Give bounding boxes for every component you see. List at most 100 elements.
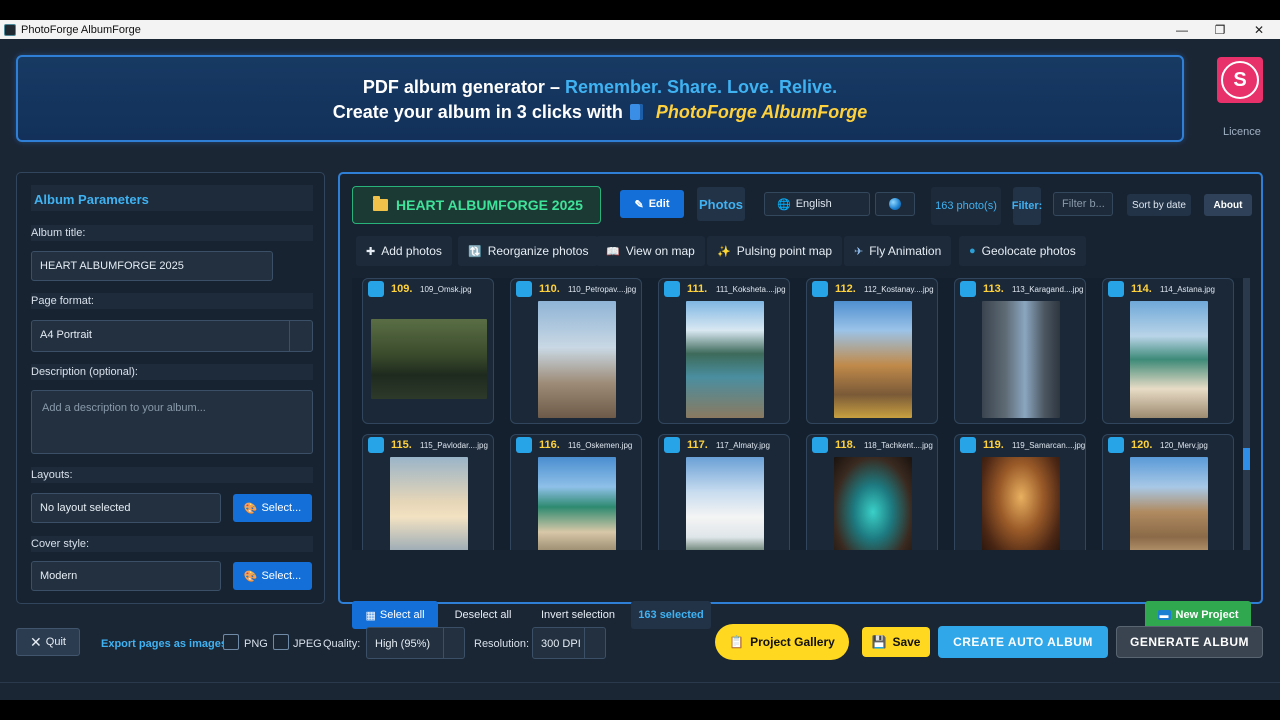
photo-card[interactable]: 113. 113_Karagand....jpg [954, 278, 1086, 424]
photo-thumbnail [1130, 457, 1208, 550]
create-auto-album-button[interactable]: CREATE AUTO ALBUM [938, 626, 1108, 658]
dropdown-divider [584, 628, 585, 658]
photo-card[interactable]: 117. 117_Almaty.jpg [658, 434, 790, 550]
photo-checkbox[interactable] [664, 281, 680, 297]
dropdown-divider [443, 628, 444, 658]
resolution-select[interactable]: 300 DPI [532, 627, 606, 659]
album-parameters-panel: Album Parameters Album title: HEART ALBU… [16, 172, 325, 604]
language-select[interactable]: 🌐 English [764, 192, 870, 216]
view-on-map-button[interactable]: 📖 View on map [596, 236, 705, 266]
layouts-select-button[interactable]: 🎨 Select... [233, 494, 312, 522]
photo-thumbnail [538, 301, 616, 418]
reorganize-icon: 🔃 [468, 245, 482, 258]
photo-card[interactable]: 109. 109_Omsk.jpg [362, 278, 494, 424]
close-icon[interactable]: ✕ [1239, 20, 1279, 39]
resolution-label: Resolution: [474, 638, 530, 650]
quit-label: Quit [45, 636, 66, 648]
plus-icon: ✚ [366, 245, 376, 258]
sort-by-date-button[interactable]: Sort by date [1127, 194, 1191, 216]
png-checkbox[interactable] [223, 634, 239, 650]
photo-card[interactable]: 114. 114_Astana.jpg [1102, 278, 1234, 424]
cover-style-label: Cover style: [31, 536, 313, 552]
resolution-value: 300 DPI [541, 638, 581, 650]
photo-checkbox[interactable] [368, 281, 384, 297]
photo-checkbox[interactable] [960, 437, 976, 453]
action-label: View on map [625, 244, 695, 258]
gallery-label: Project Gallery [750, 635, 835, 649]
generate-album-button[interactable]: GENERATE ALBUM [1116, 626, 1263, 658]
project-name-badge[interactable]: HEART ALBUMFORGE 2025 [352, 186, 601, 224]
photo-checkbox[interactable] [368, 437, 384, 453]
cover-select-button[interactable]: 🎨 Select... [233, 562, 312, 590]
theme-globe-button[interactable] [875, 192, 915, 216]
restore-icon[interactable]: ❐ [1200, 20, 1240, 39]
edit-label: Edit [648, 198, 670, 210]
photo-thumbnail [538, 457, 616, 550]
photo-checkbox[interactable] [812, 437, 828, 453]
photo-card[interactable]: 111. 111_Koksheta....jpg [658, 278, 790, 424]
app-icon [4, 23, 16, 36]
photo-filename: 111_Koksheta....jpg [716, 285, 786, 294]
tab-photos[interactable]: Photos [697, 187, 745, 221]
photo-number: 118. [835, 439, 856, 451]
photo-thumbnail [982, 457, 1060, 550]
photo-number: 114. [1131, 283, 1152, 295]
photo-number: 112. [835, 283, 856, 295]
photo-checkbox[interactable] [1108, 281, 1124, 297]
photo-card[interactable]: 112. 112_Kostanay....jpg [806, 278, 938, 424]
plane-icon: ✈ [854, 245, 864, 258]
photo-filename: 117_Almaty.jpg [716, 441, 770, 450]
project-gallery-button[interactable]: 📋 Project Gallery [715, 624, 849, 660]
jpeg-checkbox[interactable] [273, 634, 289, 650]
photo-checkbox[interactable] [516, 281, 532, 297]
photo-checkbox[interactable] [1108, 437, 1124, 453]
photo-card[interactable]: 118. 118_Tachkent....jpg [806, 434, 938, 550]
window-title: PhotoForge AlbumForge [21, 23, 141, 36]
quit-button[interactable]: ✕ Quit [16, 628, 80, 656]
add-photos-button[interactable]: ✚ Add photos [356, 236, 452, 266]
photo-card[interactable]: 120. 120_Merv.jpg [1102, 434, 1234, 550]
layouts-label: Layouts: [31, 467, 313, 483]
cover-style-field: Modern [31, 561, 221, 591]
photo-card[interactable]: 119. 119_Samarcan....jpg [954, 434, 1086, 550]
photo-thumbnail [982, 301, 1060, 418]
close-icon: ✕ [30, 633, 42, 650]
photo-grid-scrollbar[interactable] [1243, 278, 1250, 550]
save-button[interactable]: 💾 Save [862, 627, 930, 657]
app-window: PhotoForge AlbumForge — ❐ ✕ PDF album ge… [0, 0, 1280, 720]
geolocate-photos-button[interactable]: ● Geolocate photos [959, 236, 1086, 266]
photo-checkbox[interactable] [516, 437, 532, 453]
album-title-input[interactable]: HEART ALBUMFORGE 2025 [31, 251, 273, 281]
earth-icon [889, 198, 901, 210]
globe-icon: ● [969, 245, 976, 257]
page-format-select[interactable]: A4 Portrait [31, 320, 313, 352]
photo-card[interactable]: 115. 115_Pavlodar....jpg [362, 434, 494, 550]
sparkle-icon: ✨ [717, 245, 731, 258]
minimize-icon[interactable]: — [1162, 20, 1202, 39]
photo-card[interactable]: 116. 116_Oskemen.jpg [510, 434, 642, 550]
fly-animation-button[interactable]: ✈ Fly Animation [844, 236, 952, 266]
album-title-label: Album title: [31, 225, 313, 241]
quality-select[interactable]: High (95%) [366, 627, 465, 659]
user-avatar[interactable]: S [1217, 57, 1263, 103]
scrollbar-thumb[interactable] [1243, 448, 1250, 470]
about-button[interactable]: About [1204, 194, 1252, 216]
edit-button[interactable]: ✎ Edit [620, 190, 684, 218]
photo-card[interactable]: 110. 110_Petropav....jpg [510, 278, 642, 424]
action-label: Pulsing point map [736, 244, 833, 258]
photo-checkbox[interactable] [664, 437, 680, 453]
description-textarea[interactable]: Add a description to your album... [31, 390, 313, 454]
photo-number: 111. [687, 283, 708, 295]
palette-icon: 🎨 [243, 570, 258, 583]
bottom-toolbar: ✕ Quit Export pages as images: PNG JPEG Q… [0, 619, 1280, 669]
photo-filename: 115_Pavlodar....jpg [420, 441, 488, 450]
action-label: Add photos [381, 244, 442, 258]
licence-label[interactable]: Licence [1223, 126, 1261, 138]
png-label: PNG [244, 638, 268, 650]
photo-thumbnail [371, 319, 487, 399]
pulsing-point-map-button[interactable]: ✨ Pulsing point map [707, 236, 843, 266]
filter-input[interactable]: Filter b... [1053, 192, 1113, 216]
reorganize-photos-button[interactable]: 🔃 Reorganize photos [458, 236, 599, 266]
photo-checkbox[interactable] [812, 281, 828, 297]
photo-checkbox[interactable] [960, 281, 976, 297]
